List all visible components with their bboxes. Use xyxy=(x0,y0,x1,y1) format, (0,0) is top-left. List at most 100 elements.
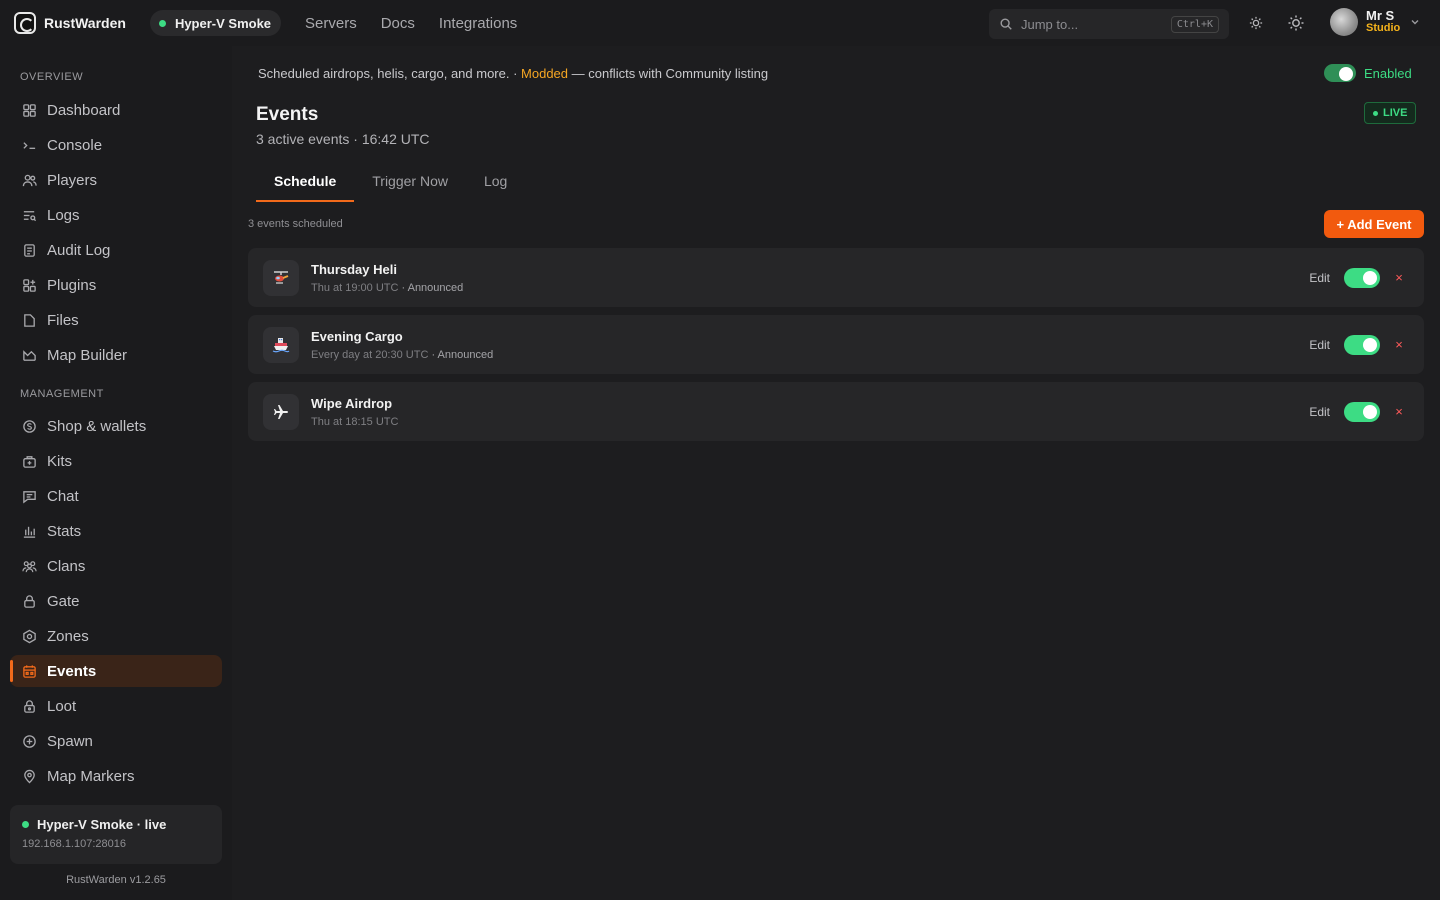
sidebar-item-map-builder[interactable]: Map Builder xyxy=(10,339,222,371)
map-icon xyxy=(23,349,36,361)
server-live-dot xyxy=(22,821,29,828)
live-badge: LIVE xyxy=(1364,102,1417,124)
server-name: Hyper-V Smoke xyxy=(174,15,272,31)
event-enabled-toggle[interactable] xyxy=(1344,267,1380,288)
terminal-icon xyxy=(23,141,36,149)
sidebar-item-gate[interactable]: Gate xyxy=(10,585,222,617)
users-icon xyxy=(22,174,37,186)
sidebar-item-files[interactable]: Files xyxy=(10,304,222,336)
sidebar: OVERVIEW Dashboard Console Players Logs … xyxy=(0,46,232,900)
sidebar-item-loot[interactable]: Loot xyxy=(10,690,222,722)
sidebar-item-kits[interactable]: Kits xyxy=(10,445,222,477)
sidebar-item-chat[interactable]: Chat xyxy=(10,480,222,512)
sidebar-item-label: Spawn xyxy=(47,732,93,750)
event-row: Evening Cargo Every day at 20:30 UTC · A… xyxy=(248,315,1424,374)
theme-toggle-button[interactable] xyxy=(1247,14,1265,32)
logs-icon xyxy=(23,210,37,221)
sidebar-item-zones[interactable]: Zones xyxy=(10,620,222,652)
sidebar-item-shop-wallets[interactable]: Shop & wallets xyxy=(10,410,222,442)
top-bar: RustWarden Hyper-V Smoke Servers Docs In… xyxy=(0,0,1440,46)
event-schedule: Thu at 19:00 UTC xyxy=(311,281,399,294)
brightness-button[interactable] xyxy=(1287,14,1305,32)
event-enabled-toggle[interactable] xyxy=(1344,334,1380,355)
sidebar-item-dashboard[interactable]: Dashboard xyxy=(10,94,222,126)
event-name: Evening Cargo xyxy=(311,328,403,344)
sidebar-item-label: Stats xyxy=(47,522,82,540)
event-meta: Thu at 18:15 UTC xyxy=(311,416,398,428)
section-title-management: MANAGEMENT xyxy=(20,388,104,400)
sidebar-item-audit-log[interactable]: Audit Log xyxy=(10,234,222,266)
delete-button[interactable]: × xyxy=(1394,404,1404,419)
chevron-down-icon xyxy=(1411,20,1419,25)
sidebar-item-label: Shop & wallets xyxy=(47,417,147,435)
server-status-card[interactable]: Hyper-V Smoke · live 192.168.1.107:28016 xyxy=(10,805,222,864)
sidebar-item-label: Kits xyxy=(47,452,73,470)
sidebar-item-label: Gate xyxy=(47,592,80,610)
user-role: Studio xyxy=(1366,22,1401,34)
sidebar-item-label: Audit Log xyxy=(47,241,111,259)
sidebar-item-label: Map Markers xyxy=(47,767,135,785)
search-input[interactable]: Jump to... Ctrl+K xyxy=(989,9,1229,39)
grid-icon xyxy=(23,103,36,117)
event-schedule: Every day at 20:30 UTC xyxy=(311,348,429,361)
add-event-button[interactable]: + Add Event xyxy=(1324,210,1424,238)
user-menu[interactable]: Mr S Studio xyxy=(1330,8,1420,36)
sun-icon xyxy=(1288,15,1304,31)
app-version: RustWarden v1.2.65 xyxy=(66,874,166,886)
event-row: Wipe Airdrop Thu at 18:15 UTC Edit × xyxy=(248,382,1424,441)
sidebar-item-console[interactable]: Console xyxy=(10,129,222,161)
event-actions: Edit × xyxy=(1309,315,1404,374)
server-selector[interactable]: Hyper-V Smoke xyxy=(149,10,282,36)
tab-schedule[interactable]: Schedule xyxy=(256,164,355,202)
sidebar-item-label: Chat xyxy=(47,487,79,505)
banner-text: Scheduled airdrops, helis, cargo, and mo… xyxy=(258,66,522,81)
sidebar-item-stats[interactable]: Stats xyxy=(10,515,222,547)
calendar-icon xyxy=(23,664,36,678)
kit-icon xyxy=(23,455,36,468)
edit-button[interactable]: Edit xyxy=(1309,271,1330,285)
main-content: Scheduled airdrops, helis, cargo, and mo… xyxy=(232,46,1440,900)
sidebar-item-map-markers[interactable]: Map Markers xyxy=(10,760,222,792)
brand[interactable]: RustWarden xyxy=(14,12,126,34)
edit-button[interactable]: Edit xyxy=(1309,338,1330,352)
plugins-icon xyxy=(23,278,36,292)
coin-icon xyxy=(23,419,36,433)
sidebar-item-spawn[interactable]: Spawn xyxy=(10,725,222,757)
search-shortcut: Ctrl+K xyxy=(1170,15,1219,33)
plugin-banner: Scheduled airdrops, helis, cargo, and mo… xyxy=(258,66,768,81)
event-enabled-toggle[interactable] xyxy=(1344,401,1380,422)
helicopter-icon xyxy=(263,259,299,296)
nav-link-docs[interactable]: Docs xyxy=(381,15,415,32)
events-count: 3 events scheduled xyxy=(248,218,343,230)
sidebar-item-label: Console xyxy=(47,136,103,154)
sidebar-item-plugins[interactable]: Plugins xyxy=(10,269,222,301)
pin-icon xyxy=(24,769,35,784)
sun-small-icon xyxy=(1249,16,1263,30)
lock-icon xyxy=(24,594,35,608)
event-meta: Every day at 20:30 UTC · Announced xyxy=(311,349,493,361)
event-info: Evening Cargo Every day at 20:30 UTC · A… xyxy=(311,329,493,361)
delete-button[interactable]: × xyxy=(1394,270,1404,285)
delete-button[interactable]: × xyxy=(1394,337,1404,352)
tab-trigger-now[interactable]: Trigger Now xyxy=(354,164,466,199)
event-actions: Edit × xyxy=(1309,382,1404,441)
sidebar-item-logs[interactable]: Logs xyxy=(10,199,222,231)
clans-icon xyxy=(22,560,37,572)
spawn-icon xyxy=(23,734,36,748)
nav-link-integrations[interactable]: Integrations xyxy=(439,15,517,32)
event-meta: Thu at 19:00 UTC · Announced xyxy=(311,282,463,294)
sidebar-item-players[interactable]: Players xyxy=(10,164,222,196)
tab-log[interactable]: Log xyxy=(466,164,525,199)
avatar xyxy=(1330,8,1358,36)
edit-button[interactable]: Edit xyxy=(1309,405,1330,419)
page-title: Events xyxy=(256,104,319,125)
enabled-switch[interactable] xyxy=(1324,64,1356,82)
audit-icon xyxy=(24,243,35,257)
plugin-enabled-toggle[interactable]: Enabled xyxy=(1324,64,1412,82)
sidebar-item-events[interactable]: Events xyxy=(10,655,222,687)
sidebar-item-clans[interactable]: Clans xyxy=(10,550,222,582)
file-icon xyxy=(24,313,35,327)
loot-icon xyxy=(24,699,35,713)
nav-link-servers[interactable]: Servers xyxy=(305,15,357,32)
sidebar-item-label: Zones xyxy=(47,627,89,645)
